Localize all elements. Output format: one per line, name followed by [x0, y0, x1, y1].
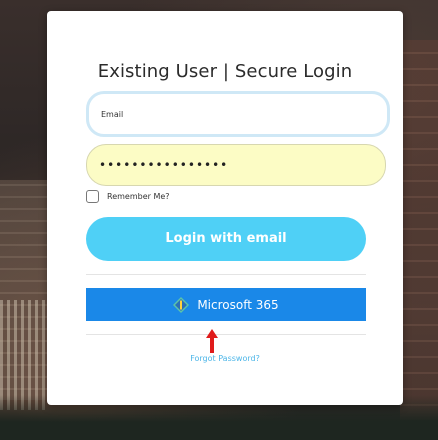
login-with-email-button[interactable]: Login with email: [86, 217, 366, 261]
microsoft-365-button[interactable]: Microsoft 365: [86, 288, 366, 321]
divider: [86, 274, 366, 275]
login-title: Existing User | Secure Login: [97, 61, 353, 82]
background-balconies: [0, 300, 48, 410]
microsoft-365-icon: [173, 296, 190, 313]
microsoft-365-label: Microsoft 365: [197, 297, 279, 312]
red-up-arrow-icon: [206, 329, 218, 353]
background-building-right: [400, 40, 438, 420]
divider: [86, 334, 366, 335]
login-card: Existing User | Secure Login Remember Me…: [47, 11, 403, 405]
password-field[interactable]: [86, 144, 386, 186]
remember-me-row: Remember Me?: [86, 189, 170, 203]
remember-me-label: Remember Me?: [107, 191, 170, 201]
remember-me-checkbox[interactable]: [86, 189, 99, 203]
forgot-password-link[interactable]: Forgot Password?: [47, 354, 403, 363]
email-field[interactable]: [86, 91, 390, 137]
